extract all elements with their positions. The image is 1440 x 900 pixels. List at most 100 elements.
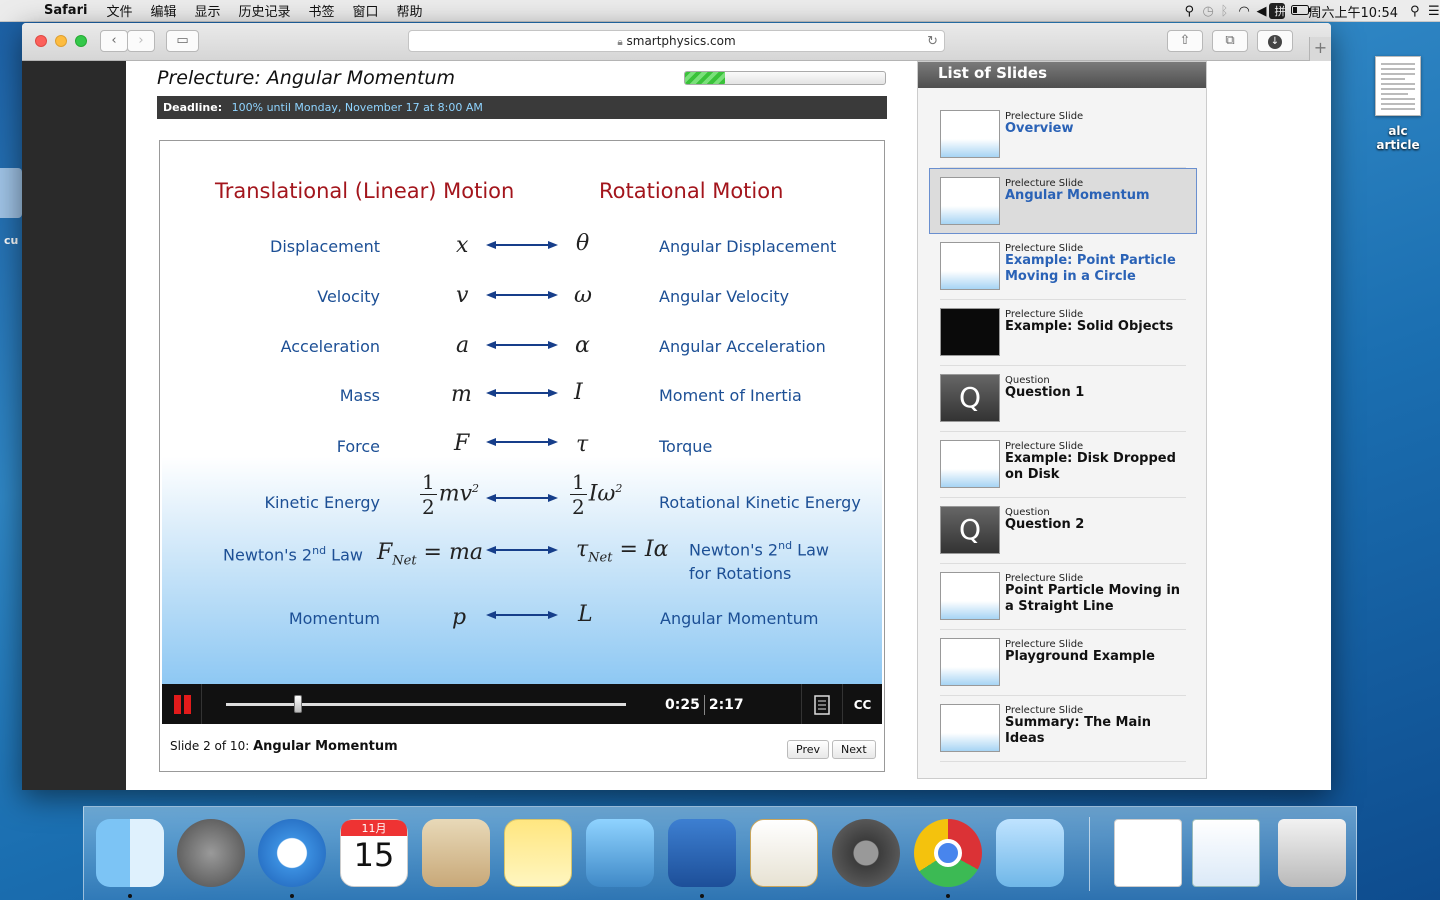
menu-file[interactable]: 文件 <box>97 1 141 20</box>
safari-icon[interactable] <box>258 819 326 887</box>
slide-thumbnail <box>940 440 1000 488</box>
pause-button[interactable] <box>162 684 202 724</box>
new-tab-button[interactable]: + <box>1309 37 1331 61</box>
label-angular-acceleration: Angular Acceleration <box>659 337 826 356</box>
address-bar[interactable]: 🔒︎ smartphysics.com ↻ <box>408 30 945 52</box>
slide-item-playground[interactable]: Prelecture Slide Playground Example <box>940 630 1186 696</box>
search-status-icon[interactable]: ⚲ <box>1179 4 1197 19</box>
toolbar: ‹ › ▭ 🔒︎ smartphysics.com ↻ ⇧ ⧉ ↓ + <box>22 23 1331 61</box>
sidebar-icon: ▭ <box>176 33 189 48</box>
symbol-omega: ω <box>574 283 592 308</box>
notes-icon[interactable] <box>504 819 572 887</box>
download-icon: ↓ <box>1268 35 1282 49</box>
desktop-file-alc-article[interactable]: alc article <box>1366 56 1430 152</box>
symbol-a: a <box>456 333 470 358</box>
running-indicator <box>700 894 704 898</box>
dock-separator <box>1089 817 1090 891</box>
menu-history[interactable]: 历史记录 <box>229 1 299 20</box>
chevron-left-icon: ‹ <box>111 33 117 48</box>
slide-thumbnail <box>940 638 1000 686</box>
trash-icon[interactable] <box>1278 819 1346 887</box>
preview-icon[interactable] <box>996 819 1064 887</box>
slide-item-straight-line[interactable]: Prelecture Slide Point Particle Moving i… <box>940 564 1186 630</box>
app-menu[interactable]: Safari <box>40 3 97 18</box>
lecture-progress-fill <box>685 72 725 84</box>
symbol-L: L <box>578 602 593 627</box>
clock[interactable]: 周六上午10:54 <box>1303 2 1404 21</box>
document-icon[interactable] <box>1114 819 1182 887</box>
slide-item-solid-objects[interactable]: Prelecture Slide Example: Solid Objects <box>940 300 1186 366</box>
notification-center-icon[interactable]: ☰ <box>1422 4 1440 19</box>
slides-list-panel: List of Slides Prelecture Slide Overview… <box>917 61 1207 779</box>
captions-button[interactable]: CC <box>842 684 882 724</box>
time-machine-icon[interactable]: ◷ <box>1197 4 1215 19</box>
battery-icon[interactable] <box>1285 4 1311 19</box>
label-rotational-kinetic-energy: Rotational Kinetic Energy <box>659 493 861 512</box>
label-mass: Mass <box>339 386 380 405</box>
label-angular-velocity: Angular Velocity <box>659 287 790 306</box>
reload-icon[interactable]: ↻ <box>927 31 938 52</box>
volume-icon[interactable]: ◀ <box>1251 4 1269 19</box>
current-time: 0:25 <box>665 697 700 713</box>
next-button[interactable]: Next <box>832 740 876 759</box>
finder-icon[interactable] <box>96 819 164 887</box>
iphoto-icon[interactable] <box>586 819 654 887</box>
slide-item-angular-momentum[interactable]: Prelecture Slide Angular Momentum <box>929 168 1197 234</box>
launchpad-icon[interactable] <box>177 819 245 887</box>
show-tabs-button[interactable]: ⧉ <box>1212 30 1248 52</box>
chrome-icon[interactable] <box>914 819 982 887</box>
pages-icon[interactable] <box>750 819 818 887</box>
transcript-button[interactable] <box>801 684 841 724</box>
slide-item-overview[interactable]: Prelecture Slide Overview <box>940 102 1186 168</box>
input-method-icon[interactable]: 拼 <box>1268 3 1286 19</box>
captions-icon: CC <box>853 698 872 712</box>
slide-item-title: Example: Disk Dropped on Disk <box>1005 451 1176 482</box>
downloads-button[interactable]: ↓ <box>1257 30 1293 52</box>
system-preferences-icon[interactable] <box>832 819 900 887</box>
share-icon: ⇧ <box>1179 33 1191 48</box>
dock: 11月 15 <box>83 806 1357 900</box>
pause-icon <box>174 695 181 714</box>
prev-button[interactable]: Prev <box>787 740 829 759</box>
menu-edit[interactable]: 编辑 <box>141 1 185 20</box>
close-window-button[interactable] <box>35 35 47 47</box>
slide-item-question-1[interactable]: Q Question Question 1 <box>940 366 1186 432</box>
slide-item-question-2[interactable]: Q Question Question 2 <box>940 498 1186 564</box>
slide-position: Slide 2 of 10: Angular Momentum <box>170 739 398 754</box>
slide-item-disk-dropped[interactable]: Prelecture Slide Example: Disk Dropped o… <box>940 432 1186 498</box>
zoom-window-button[interactable] <box>75 35 87 47</box>
back-button[interactable]: ‹ <box>100 30 128 52</box>
menu-view[interactable]: 显示 <box>185 1 229 20</box>
menu-bookmarks[interactable]: 书签 <box>300 1 344 20</box>
label-force: Force <box>336 437 380 456</box>
calendar-icon[interactable]: 11月 15 <box>340 819 408 887</box>
menu-help[interactable]: 帮助 <box>388 1 432 20</box>
formula-newtons-law-rotations: τNet = Iα <box>576 537 669 566</box>
lock-icon: 🔒︎ <box>617 37 623 48</box>
symbol-I: I <box>574 380 583 405</box>
screenshot-icon[interactable] <box>1192 819 1260 887</box>
formula-rotational-kinetic-energy: 1 2 Iω2 <box>570 470 623 519</box>
bluetooth-icon[interactable]: ᛒ <box>1215 4 1233 19</box>
symbol-p: p <box>452 605 467 630</box>
spotlight-icon[interactable]: ⚲ <box>1404 4 1422 19</box>
symbol-tau: τ <box>576 432 589 457</box>
slide-thumbnail <box>940 177 1000 225</box>
symbol-alpha: α <box>575 333 590 358</box>
forward-button[interactable]: › <box>127 30 155 52</box>
lecture-progress-bar <box>684 71 886 85</box>
symbol-m: m <box>451 382 472 407</box>
sidebar-toggle-button[interactable]: ▭ <box>166 30 199 52</box>
dictionary-icon[interactable] <box>668 819 736 887</box>
menu-window[interactable]: 窗口 <box>344 1 388 20</box>
minimize-window-button[interactable] <box>55 35 67 47</box>
slide-item-point-particle-circle[interactable]: Prelecture Slide Example: Point Particle… <box>940 234 1186 300</box>
slide-item-summary[interactable]: Prelecture Slide Summary: The Main Ideas <box>940 696 1186 762</box>
label-acceleration: Acceleration <box>280 337 380 356</box>
share-button[interactable]: ⇧ <box>1167 30 1203 52</box>
label-angular-displacement: Angular Displacement <box>659 237 837 256</box>
seek-bar[interactable] <box>226 703 626 706</box>
mail-icon[interactable] <box>422 819 490 887</box>
seek-handle[interactable] <box>294 695 302 713</box>
wifi-icon[interactable]: ◠ <box>1233 4 1251 19</box>
